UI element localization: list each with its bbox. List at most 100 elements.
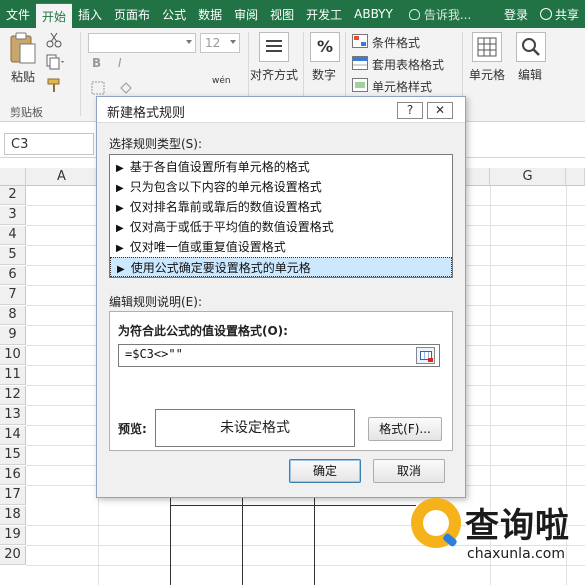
tab-page-layout[interactable]: 页面布 <box>108 0 156 28</box>
column-header-h[interactable] <box>566 168 585 186</box>
row-header[interactable]: 4 <box>0 226 26 245</box>
ok-button[interactable]: 确定 <box>289 459 361 483</box>
font-size-combo[interactable]: 12 <box>200 33 240 53</box>
tell-me-text: 告诉我... <box>423 7 472 22</box>
collapse-dialog-button[interactable] <box>416 347 435 364</box>
column-header-g[interactable]: G <box>490 168 566 186</box>
copy-icon[interactable] <box>46 54 66 70</box>
row-header[interactable]: 15 <box>0 446 26 465</box>
row-header[interactable]: 13 <box>0 406 26 425</box>
tab-formulas[interactable]: 公式 <box>156 0 192 28</box>
watermark-url: chaxunla.com <box>467 546 565 562</box>
row-header[interactable]: 20 <box>0 546 26 565</box>
cell-style-button[interactable]: 单元格样式 <box>372 78 432 95</box>
formula-value: =$C3<>"" <box>125 347 183 361</box>
format-painter-icon[interactable] <box>46 78 62 94</box>
dialog-title: 新建格式规则 <box>107 106 186 121</box>
clipboard-group-label: 剪贴板 <box>10 106 43 119</box>
row-header[interactable]: 11 <box>0 366 26 385</box>
alignment-label[interactable]: 对齐方式 <box>250 66 298 83</box>
tab-insert[interactable]: 插入 <box>72 0 108 28</box>
cells-icon[interactable] <box>472 32 502 62</box>
login-link[interactable]: 登录 <box>498 0 534 28</box>
arrow-right-icon: ▶ <box>116 203 124 214</box>
dialog-title-bar[interactable]: 新建格式规则 ? ✕ <box>97 97 465 123</box>
lightbulb-icon <box>408 8 420 20</box>
rule-type-item[interactable]: ▶ 仅对排名靠前或靠后的数值设置格式 <box>110 197 452 217</box>
arrow-right-icon: ▶ <box>116 183 124 194</box>
row-header[interactable]: 14 <box>0 426 26 445</box>
name-box[interactable]: C3 <box>4 133 94 155</box>
tab-developer[interactable]: 开发工 <box>300 0 348 28</box>
row-header[interactable]: 16 <box>0 466 26 485</box>
arrow-right-icon: ▶ <box>116 243 124 254</box>
formula-input[interactable]: =$C3<>"" <box>118 344 440 367</box>
tab-file[interactable]: 文件 <box>0 0 36 28</box>
paste-icon[interactable] <box>8 32 38 66</box>
cut-icon[interactable] <box>46 32 62 48</box>
rule-type-list[interactable]: ▶ 基于各自值设置所有单元格的格式 ▶ 只为包含以下内容的单元格设置格式 ▶ 仅对排名… <box>109 154 453 278</box>
tab-review[interactable]: 审阅 <box>228 0 264 28</box>
row-header[interactable]: 3 <box>0 206 26 225</box>
tab-data[interactable]: 数据 <box>192 0 228 28</box>
search-icon[interactable] <box>516 32 546 62</box>
select-rule-type-label: 选择规则类型(S): <box>109 137 203 151</box>
ribbon-tab-bar: 文件 开始 插入 页面布 公式 数据 审阅 视图 开发工 ABBYY 告诉我..… <box>0 0 585 28</box>
row-header[interactable]: 2 <box>0 186 26 205</box>
rule-type-item-selected[interactable]: ▶ 使用公式确定要设置格式的单元格 <box>110 257 452 277</box>
font-size-value: 12 <box>205 36 221 50</box>
table-format-icon <box>352 56 368 70</box>
row-header[interactable]: 6 <box>0 266 26 285</box>
fill-color-icon[interactable] <box>118 80 134 96</box>
watermark-logo-icon <box>411 498 461 548</box>
conditional-format-icon <box>352 34 368 48</box>
paste-label[interactable]: 粘贴 <box>11 68 35 85</box>
share-label: 共享 <box>554 7 579 22</box>
row-header[interactable]: 9 <box>0 326 26 345</box>
phonetic-label[interactable]: wén <box>212 76 231 86</box>
percent-icon[interactable]: % <box>310 32 340 62</box>
cells-label[interactable]: 单元格 <box>469 66 505 83</box>
rule-type-item[interactable]: ▶ 仅对高于或低于平均值的数值设置格式 <box>110 217 452 237</box>
font-name-combo[interactable] <box>88 33 196 53</box>
arrow-right-icon: ▶ <box>116 223 124 234</box>
align-icon[interactable] <box>259 32 289 62</box>
edit-rule-desc-label: 编辑规则说明(E): <box>109 295 202 309</box>
tab-abbyy[interactable]: ABBYY <box>348 0 399 28</box>
row-header[interactable]: 19 <box>0 526 26 545</box>
bold-button[interactable]: B <box>92 56 101 70</box>
rule-type-item[interactable]: ▶ 仅对唯一值或重复值设置格式 <box>110 237 452 257</box>
share-button[interactable]: 共享 <box>534 0 585 28</box>
row-header[interactable]: 10 <box>0 346 26 365</box>
close-button[interactable]: ✕ <box>427 102 453 119</box>
editing-label[interactable]: 编辑 <box>518 66 542 83</box>
select-all-corner[interactable] <box>0 168 26 186</box>
tab-home[interactable]: 开始 <box>36 3 73 28</box>
arrow-right-icon: ▶ <box>117 264 125 275</box>
tab-view[interactable]: 视图 <box>264 0 300 28</box>
row-header[interactable]: 5 <box>0 246 26 265</box>
watermark-brand: 查询啦 <box>465 506 570 546</box>
row-header[interactable]: 7 <box>0 286 26 305</box>
border-icon[interactable] <box>90 80 106 96</box>
number-label[interactable]: 数字 <box>312 66 336 83</box>
formula-label: 为符合此公式的值设置格式(O): <box>118 324 288 338</box>
cancel-button[interactable]: 取消 <box>373 459 445 483</box>
tell-me-search[interactable]: 告诉我... <box>399 0 477 28</box>
row-header[interactable]: 18 <box>0 506 26 525</box>
rule-type-item[interactable]: ▶ 只为包含以下内容的单元格设置格式 <box>110 177 452 197</box>
row-header[interactable]: 17 <box>0 486 26 505</box>
row-header[interactable]: 8 <box>0 306 26 325</box>
new-format-rule-dialog: 新建格式规则 ? ✕ 选择规则类型(S): ▶ 基于各自值设置所有单元格的格式 ▶… <box>96 96 466 498</box>
italic-button[interactable]: I <box>118 56 122 70</box>
format-button[interactable]: 格式(F)... <box>368 417 442 441</box>
row-header[interactable]: 12 <box>0 386 26 405</box>
table-format-button[interactable]: 套用表格格式 <box>372 56 444 73</box>
rule-description-panel: 为符合此公式的值设置格式(O): =$C3<>"" 预览: 未设定格式 格式(F… <box>109 311 453 451</box>
preview-label: 预览: <box>118 422 147 436</box>
conditional-format-button[interactable]: 条件格式 <box>372 34 420 51</box>
watermark: 查询啦 chaxunla.com <box>405 492 583 572</box>
help-button[interactable]: ? <box>397 102 423 119</box>
rule-type-item[interactable]: ▶ 基于各自值设置所有单元格的格式 <box>110 157 452 177</box>
column-header-a[interactable]: A <box>26 168 98 186</box>
